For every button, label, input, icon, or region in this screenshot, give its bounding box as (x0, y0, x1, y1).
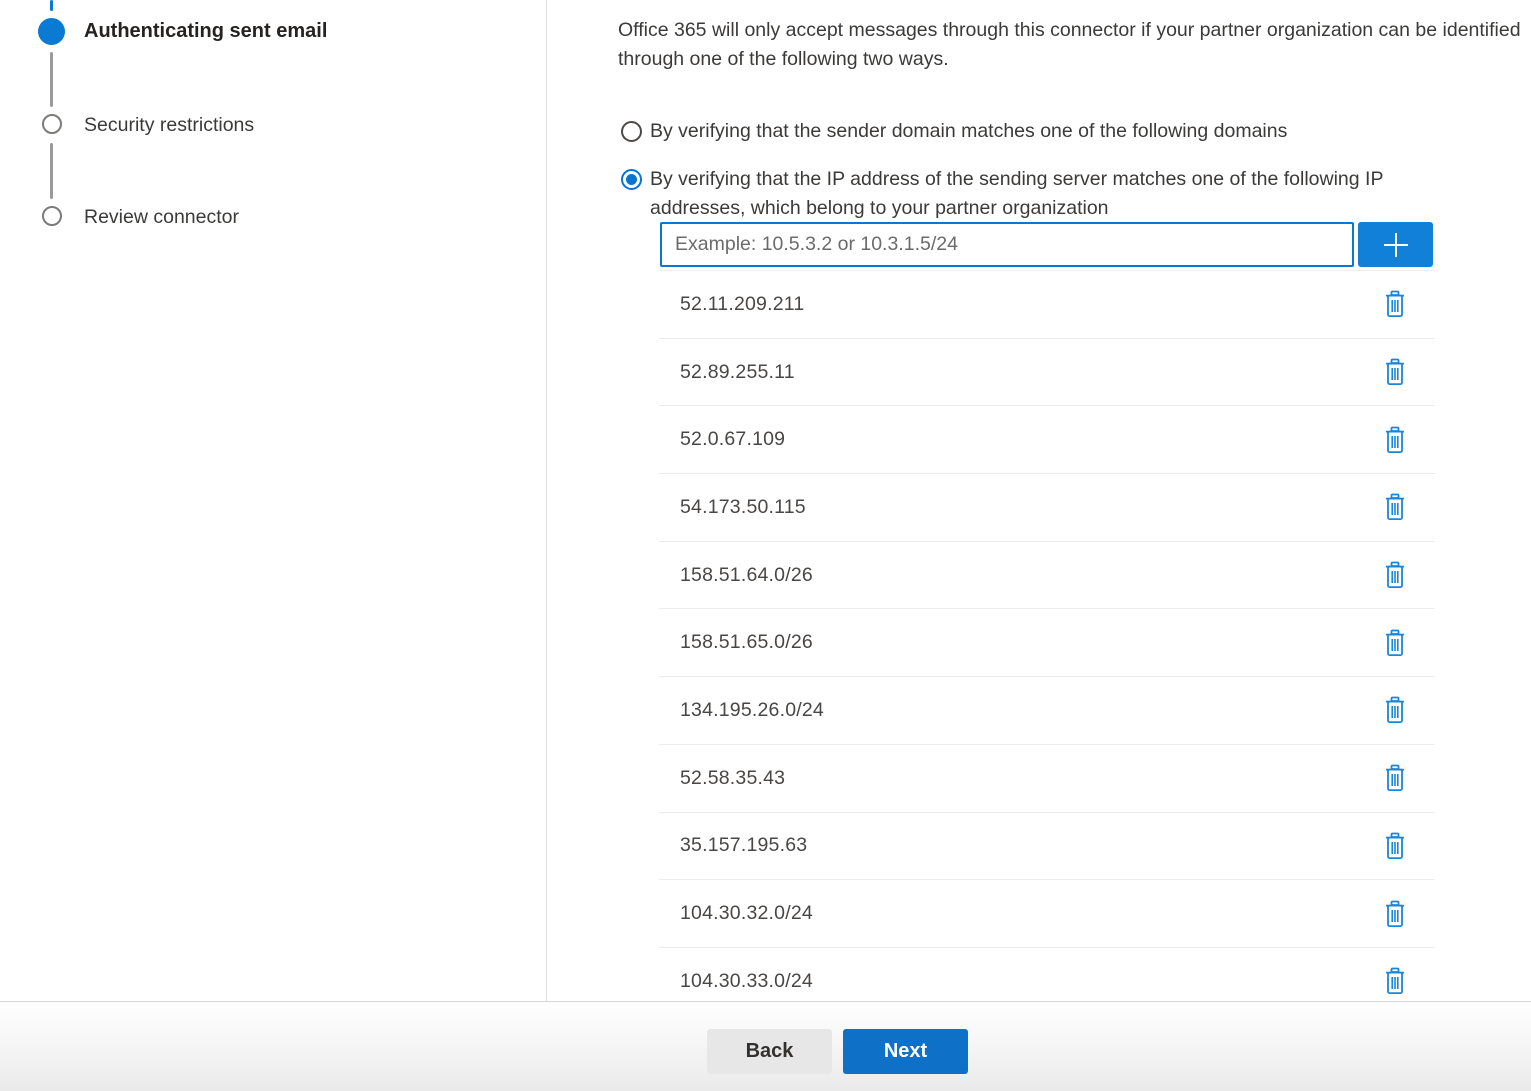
delete-ip-button[interactable] (1383, 628, 1407, 658)
ip-list-item: 158.51.65.0/26 (659, 609, 1435, 677)
delete-ip-button[interactable] (1383, 763, 1407, 793)
sidebar-divider (546, 0, 547, 1001)
intro-text: Office 365 will only accept messages thr… (618, 16, 1531, 73)
radio-option-label: By verifying that the sender domain matc… (650, 120, 1287, 143)
ip-address-value: 35.157.195.63 (680, 834, 807, 857)
stepper-line-bottom (50, 143, 53, 199)
ip-address-value: 158.51.65.0/26 (680, 631, 813, 654)
ip-list-item: 158.51.64.0/26 (659, 542, 1435, 610)
trash-icon (1384, 493, 1406, 521)
delete-ip-button[interactable] (1383, 560, 1407, 590)
back-button[interactable]: Back (707, 1029, 832, 1074)
trash-icon (1384, 290, 1406, 318)
ip-list-item: 52.89.255.11 (659, 339, 1435, 407)
plus-icon (1381, 230, 1411, 260)
delete-ip-button[interactable] (1383, 425, 1407, 455)
trash-icon (1384, 358, 1406, 386)
delete-ip-button[interactable] (1383, 831, 1407, 861)
trash-icon (1384, 764, 1406, 792)
stepper-line-top (50, 0, 53, 11)
trash-icon (1384, 967, 1406, 995)
ip-list-item: 52.58.35.43 (659, 745, 1435, 813)
delete-ip-button[interactable] (1383, 289, 1407, 319)
delete-ip-button[interactable] (1383, 492, 1407, 522)
trash-icon (1384, 629, 1406, 657)
trash-icon (1384, 696, 1406, 724)
trash-icon (1384, 426, 1406, 454)
step-security-restrictions[interactable]: Security restrictions (84, 114, 254, 137)
delete-ip-button[interactable] (1383, 899, 1407, 929)
step-security-dot (42, 114, 62, 134)
ip-list-item: 35.157.195.63 (659, 813, 1435, 881)
ip-address-list: 52.11.209.211 52.89.255.11 (659, 270, 1435, 1016)
ip-address-value: 52.58.35.43 (680, 767, 785, 790)
add-ip-button[interactable] (1358, 222, 1433, 267)
step-review-dot (42, 206, 62, 226)
ip-address-input[interactable] (660, 222, 1354, 267)
trash-icon (1384, 900, 1406, 928)
ip-address-value: 134.195.26.0/24 (680, 699, 824, 722)
ip-list-item: 134.195.26.0/24 (659, 677, 1435, 745)
delete-ip-button[interactable] (1383, 695, 1407, 725)
ip-address-value: 158.51.64.0/26 (680, 564, 813, 587)
trash-icon (1384, 832, 1406, 860)
new-connector-wizard-page: Authenticating sent email Security restr… (0, 0, 1531, 1091)
ip-list-item: 54.173.50.115 (659, 474, 1435, 542)
radio-selected-icon[interactable] (621, 169, 642, 190)
step-review-connector[interactable]: Review connector (84, 206, 239, 229)
wizard-footer: Back Next (0, 1001, 1531, 1091)
delete-ip-button[interactable] (1383, 966, 1407, 996)
next-button[interactable]: Next (843, 1029, 968, 1074)
ip-address-value: 104.30.32.0/24 (680, 902, 813, 925)
delete-ip-button[interactable] (1383, 357, 1407, 387)
stepper-line-middle (50, 52, 53, 107)
ip-address-value: 54.173.50.115 (680, 496, 806, 519)
ip-list-item: 52.0.67.109 (659, 406, 1435, 474)
ip-address-value: 104.30.33.0/24 (680, 970, 813, 993)
ip-list-item: 104.30.32.0/24 (659, 880, 1435, 948)
radio-option-sender-domain[interactable]: By verifying that the sender domain matc… (621, 120, 1287, 143)
step-authenticating-sent-email[interactable]: Authenticating sent email (84, 20, 327, 43)
trash-icon (1384, 561, 1406, 589)
radio-option-label: By verifying that the IP address of the … (650, 165, 1480, 222)
ip-list-item: 52.11.209.211 (659, 271, 1435, 339)
step-active-dot (38, 18, 65, 45)
radio-unselected-icon[interactable] (621, 121, 642, 142)
ip-address-value: 52.11.209.211 (680, 293, 804, 316)
ip-address-value: 52.0.67.109 (680, 428, 785, 451)
ip-address-value: 52.89.255.11 (680, 361, 795, 384)
radio-option-ip-address[interactable]: By verifying that the IP address of the … (621, 168, 1480, 222)
